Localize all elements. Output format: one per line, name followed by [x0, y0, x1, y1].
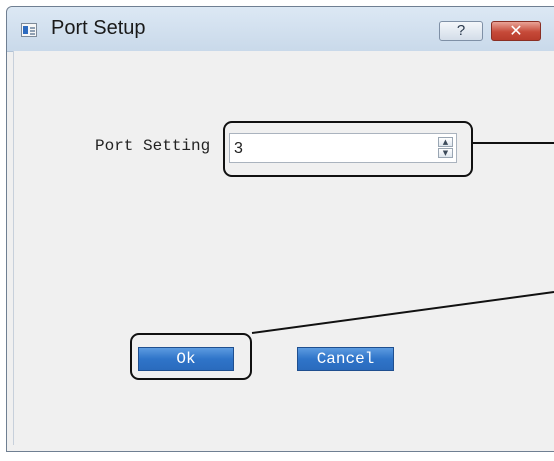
close-icon: ✕: [509, 21, 523, 40]
window-title: Port Setup: [51, 17, 146, 39]
screenshot-page: Port Setup ? ✕ Port Setting 3 ▲ ▼ Ok Can…: [0, 0, 554, 461]
window-app-icon: [21, 23, 37, 37]
help-button[interactable]: ?: [439, 21, 483, 41]
close-button[interactable]: ✕: [491, 21, 541, 41]
port-setup-dialog: Port Setup ? ✕: [6, 6, 554, 452]
help-icon: ?: [456, 22, 466, 39]
callout-port-input: [223, 121, 473, 177]
title-bar[interactable]: Port Setup ? ✕: [7, 7, 554, 52]
dialog-body: [13, 51, 554, 445]
callout-ok-button: [130, 333, 252, 380]
port-setting-label: Port Setting: [95, 137, 211, 155]
cancel-button[interactable]: Cancel: [297, 347, 394, 371]
